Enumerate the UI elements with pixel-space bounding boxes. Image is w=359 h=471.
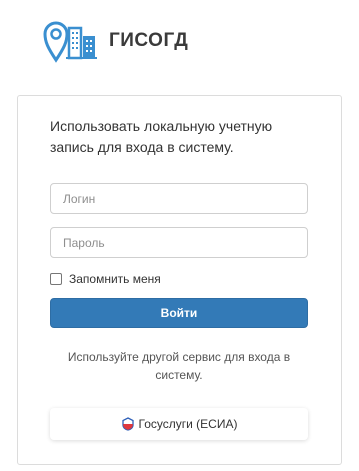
- map-pin-buildings-icon: [43, 21, 97, 63]
- alternative-login-text: Используйте другой сервис для входа в си…: [67, 350, 291, 382]
- password-input[interactable]: [50, 227, 308, 258]
- esia-login-button[interactable]: Госуслуги (ЕСИА): [50, 408, 308, 440]
- gosuslugi-logo-icon: [121, 417, 135, 431]
- logo-text: ГИСОГД: [109, 30, 189, 51]
- remember-me-checkbox[interactable]: [50, 273, 62, 285]
- esia-login-label: Госуслуги (ЕСИА): [138, 417, 238, 431]
- remember-me[interactable]: Запомнить меня: [50, 272, 161, 286]
- app-logo: ГИСОГД: [42, 14, 188, 64]
- login-button[interactable]: Войти: [50, 298, 308, 328]
- intro-text: Использовать локальную учетную запись дл…: [50, 118, 273, 155]
- login-input[interactable]: [50, 183, 308, 214]
- login-card: Использовать локальную учетную запись дл…: [17, 95, 342, 465]
- remember-me-label: Запомнить меня: [69, 272, 161, 286]
